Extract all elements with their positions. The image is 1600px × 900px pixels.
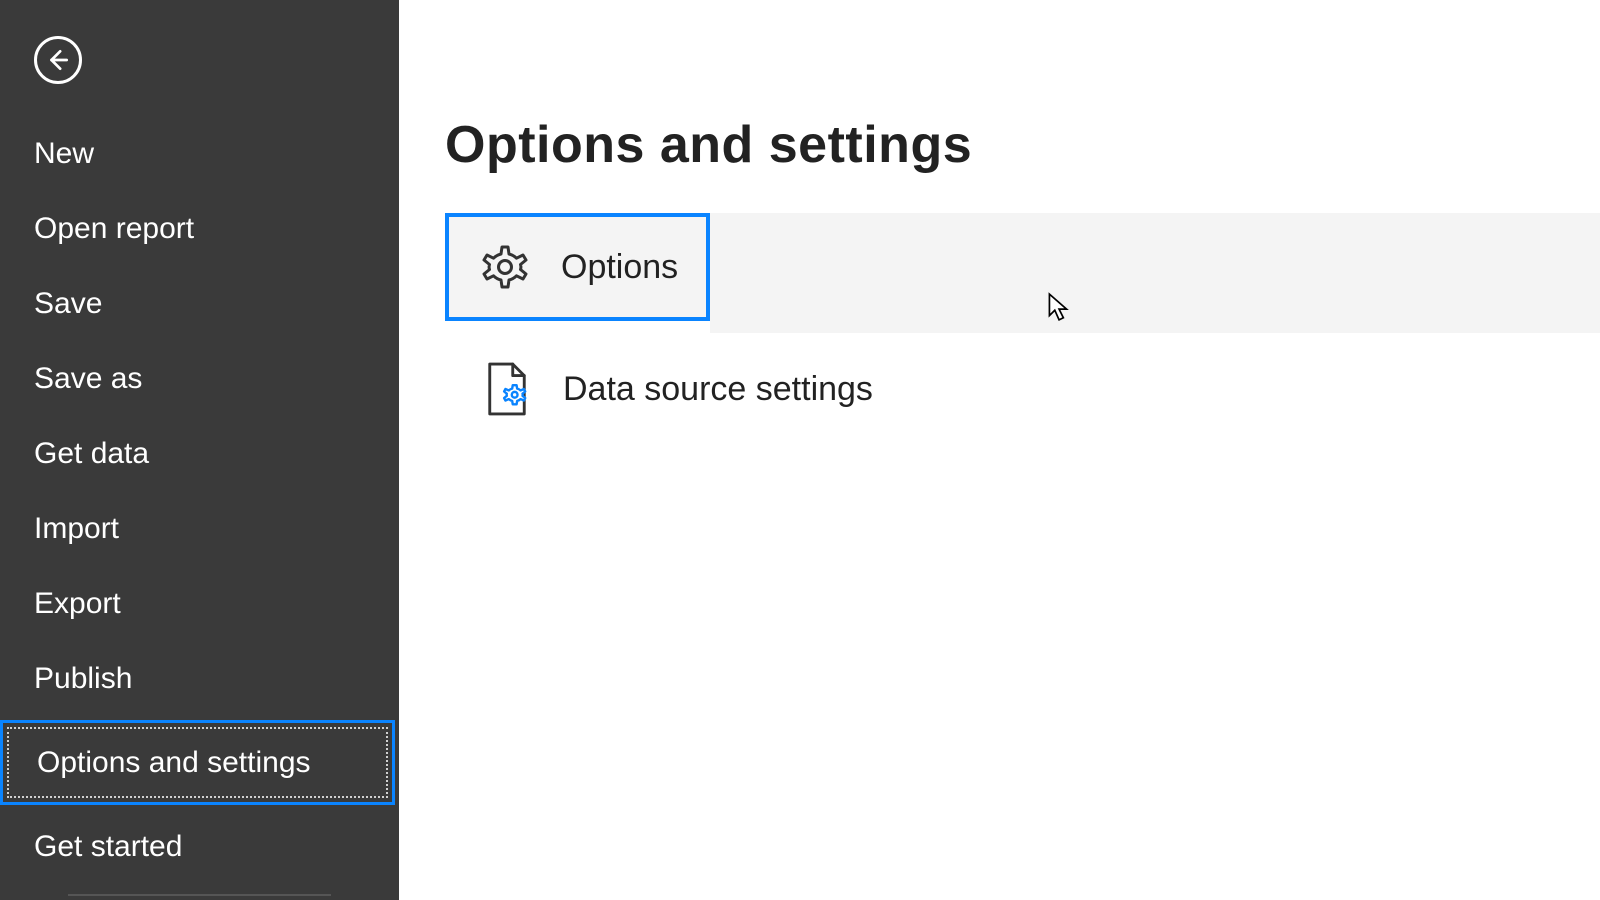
options-label: Options <box>561 248 678 287</box>
page-title: Options and settings <box>445 115 1600 175</box>
sidebar-item-open-report[interactable]: Open report <box>0 191 399 266</box>
file-menu-list: New Open report Save Save as Get data Im… <box>0 108 399 896</box>
file-menu-sidebar: New Open report Save Save as Get data Im… <box>0 0 399 900</box>
sidebar-item-publish[interactable]: Publish <box>0 641 399 716</box>
data-source-settings-label: Data source settings <box>563 370 873 409</box>
gear-icon <box>477 239 533 295</box>
sidebar-item-label: Save <box>34 287 102 320</box>
menu-divider <box>68 894 331 896</box>
sidebar-item-label: Options and settings <box>37 746 311 779</box>
sidebar-item-save-as[interactable]: Save as <box>0 341 399 416</box>
options-tile[interactable]: Options <box>445 213 710 321</box>
sidebar-item-new[interactable]: New <box>0 116 399 191</box>
arrow-left-icon <box>45 47 71 73</box>
sidebar-item-label: Get data <box>34 437 149 470</box>
sidebar-item-label: Get started <box>34 830 182 863</box>
sidebar-item-label: Publish <box>34 662 132 695</box>
options-hover-strip <box>710 213 1600 333</box>
sidebar-item-label: Export <box>34 587 121 620</box>
data-source-settings-tile[interactable]: Data source settings <box>445 339 1600 439</box>
sidebar-item-label: Open report <box>34 212 194 245</box>
sidebar-item-label: Save as <box>34 362 142 395</box>
sidebar-item-options-and-settings[interactable]: Options and settings <box>0 720 399 805</box>
main-content: Options and settings Options <box>399 0 1600 900</box>
sidebar-item-save[interactable]: Save <box>0 266 399 341</box>
back-button[interactable] <box>34 36 82 84</box>
sidebar-item-import[interactable]: Import <box>0 491 399 566</box>
sidebar-item-export[interactable]: Export <box>0 566 399 641</box>
sidebar-item-get-data[interactable]: Get data <box>0 416 399 491</box>
sidebar-item-label: Import <box>34 512 119 545</box>
sidebar-item-get-started[interactable]: Get started <box>0 809 399 896</box>
data-source-settings-icon <box>479 361 535 417</box>
sidebar-item-label: New <box>34 137 94 170</box>
